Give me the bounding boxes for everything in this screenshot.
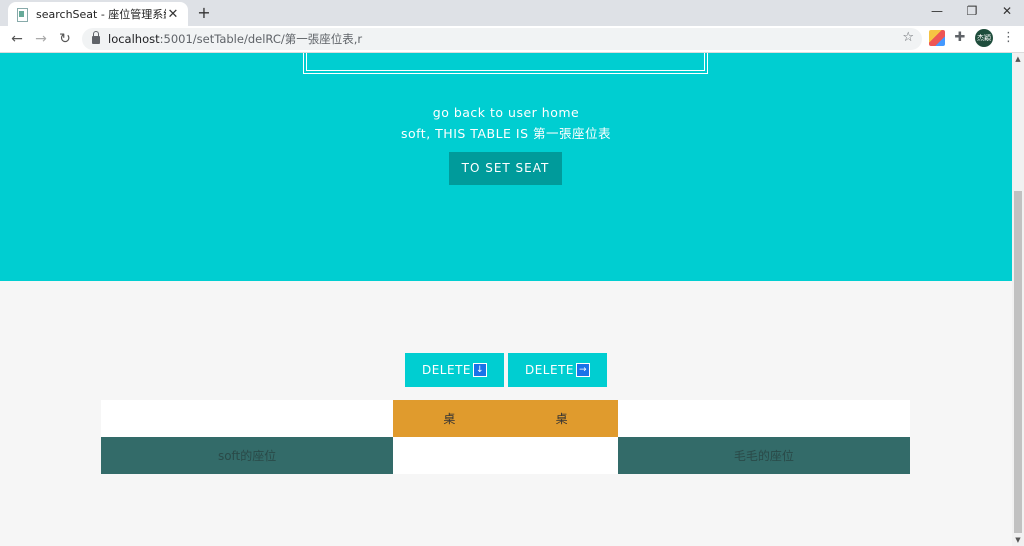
url-path: :5001/setTable/delRC/第一張座位表,r	[159, 32, 363, 46]
delete-column-label: DELETE	[524, 363, 574, 377]
seat-cell[interactable]: soft的座位	[101, 437, 394, 474]
scrollbar[interactable]: ▲ ▼	[1012, 53, 1024, 546]
page-title: soft, THIS TABLE IS 第一張座位表	[400, 126, 612, 141]
desk-label: 桌	[443, 412, 456, 426]
document-icon	[16, 8, 28, 22]
table-row: 桌 桌	[101, 400, 910, 437]
avatar[interactable]: 杰穎	[975, 29, 993, 47]
arrow-down-icon: ↓	[473, 363, 487, 377]
restore-icon[interactable]: ❐	[957, 3, 987, 19]
url-host: localhost	[108, 32, 160, 46]
delete-column-button[interactable]: DELETE →	[508, 353, 607, 387]
scrollbar-thumb[interactable]	[1014, 191, 1022, 533]
scroll-down-icon[interactable]: ▼	[1012, 536, 1024, 544]
seat-table: 桌 桌 soft的座位 毛毛的座位	[101, 400, 910, 474]
frame-border-inner	[306, 53, 705, 71]
scroll-up-icon[interactable]: ▲	[1012, 55, 1024, 63]
close-window-icon[interactable]: ✕	[992, 3, 1022, 19]
table-row: soft的座位 毛毛的座位	[101, 437, 910, 474]
browser-tab[interactable]: searchSeat - 座位管理系統 ✕	[8, 2, 188, 26]
back-arrow-icon[interactable]: ←	[8, 30, 26, 48]
empty-cell[interactable]	[617, 400, 910, 437]
desk-cell[interactable]: 桌 桌	[393, 400, 618, 437]
star-icon[interactable]: ☆	[902, 30, 914, 45]
lock-icon	[92, 31, 100, 44]
empty-cell[interactable]	[393, 437, 618, 474]
arrow-right-icon: →	[576, 363, 590, 377]
reload-icon[interactable]: ↻	[56, 30, 74, 48]
minimize-icon[interactable]: —	[922, 3, 952, 19]
set-seat-button[interactable]: TO SET SEAT	[449, 152, 562, 185]
address-bar[interactable]: localhost:5001/setTable/delRC/第一張座位表,r ☆	[82, 28, 922, 50]
empty-cell[interactable]	[101, 400, 394, 437]
puzzle-icon[interactable]: ✚	[952, 30, 968, 46]
tab-bar: searchSeat - 座位管理系統 ✕ + — ❐ ✕	[0, 0, 1024, 26]
tab-title: searchSeat - 座位管理系統	[36, 8, 166, 21]
extension-icon[interactable]	[929, 30, 945, 46]
page-viewport: go back to user home soft, THIS TABLE IS…	[0, 53, 1012, 546]
seat-cell[interactable]: 毛毛的座位	[617, 437, 910, 474]
hero-section: go back to user home soft, THIS TABLE IS…	[0, 53, 1012, 281]
user-home-link[interactable]: go back to user home	[0, 105, 1012, 120]
browser-toolbar: ← → ↻ localhost:5001/setTable/delRC/第一張座…	[0, 26, 1024, 53]
desk-label: 桌	[555, 412, 568, 426]
close-icon[interactable]: ✕	[166, 7, 180, 22]
forward-arrow-icon[interactable]: →	[32, 30, 50, 48]
plus-icon[interactable]: +	[196, 4, 212, 22]
delete-row-label: DELETE	[421, 363, 471, 377]
delete-row-button[interactable]: DELETE ↓	[405, 353, 504, 387]
more-menu-icon[interactable]: ⋮	[1002, 30, 1015, 46]
